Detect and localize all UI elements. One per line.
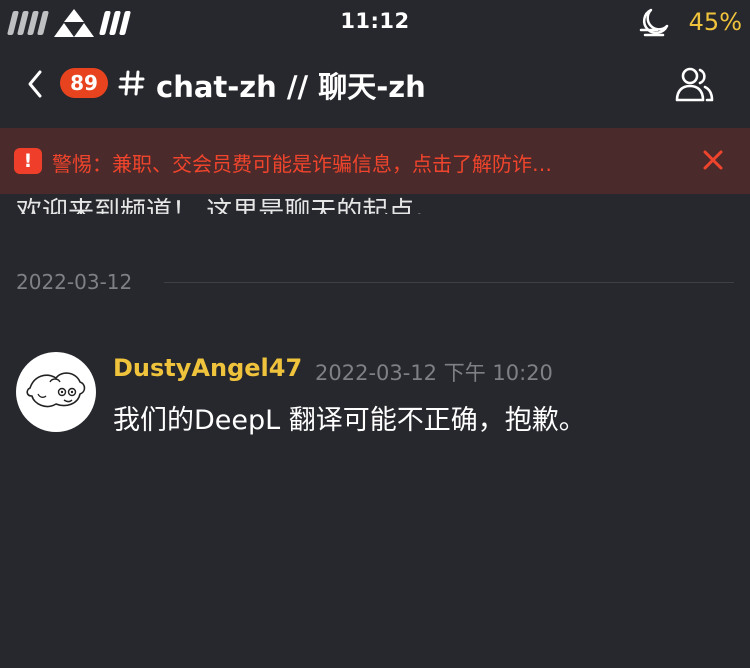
unread-count-badge[interactable]: 89	[60, 68, 108, 98]
date-divider: 2022-03-12	[16, 268, 734, 298]
chat-screen: 11:12 45% 89 chat-zh // 聊天-zh 欢迎来到频道！ 这里…	[0, 0, 750, 668]
channel-header: 89 chat-zh // 聊天-zh	[0, 56, 750, 116]
warning-text[interactable]: 警惕：兼职、交会员费可能是诈骗信息，点击了解防诈…	[52, 148, 672, 177]
back-chevron-icon[interactable]	[26, 68, 46, 100]
members-icon[interactable]	[674, 64, 714, 104]
scam-warning-banner[interactable]: ! 警惕：兼职、交会员费可能是诈骗信息，点击了解防诈…	[0, 128, 750, 194]
channel-title[interactable]: chat-zh // 聊天-zh	[156, 64, 426, 106]
status-right: 45%	[637, 6, 742, 38]
chat-message[interactable]: DustyAngel47 2022-03-12 下午 10:20 我们的Deep…	[16, 352, 736, 442]
avatar-sketch-icon	[26, 372, 86, 408]
moon-icon	[639, 8, 668, 37]
battery-percentage: 45%	[688, 8, 742, 36]
close-icon[interactable]	[702, 149, 724, 171]
divider-line	[164, 282, 734, 283]
hash-icon	[118, 70, 145, 96]
message-timestamp: 2022-03-12 下午 10:20	[315, 361, 553, 385]
message-text: 我们的DeepL 翻译可能不正确，抱歉。	[113, 405, 586, 436]
avatar[interactable]	[16, 352, 96, 432]
status-bar: 11:12 45%	[0, 0, 750, 46]
warning-icon: !	[14, 148, 42, 174]
message-author[interactable]: DustyAngel47	[113, 354, 302, 382]
date-divider-label: 2022-03-12	[16, 270, 133, 294]
